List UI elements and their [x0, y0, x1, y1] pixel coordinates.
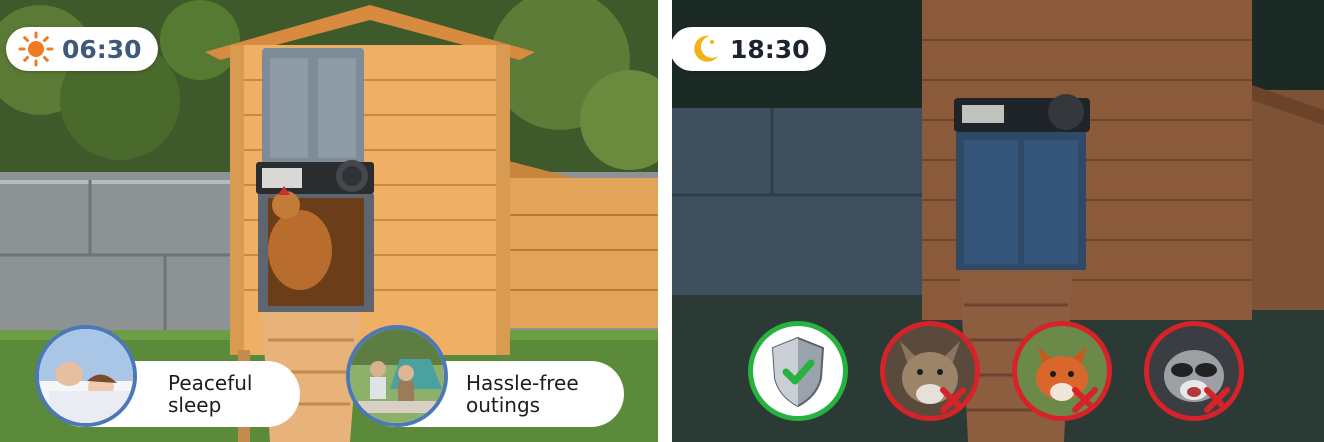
- shield-check-badge: [748, 321, 848, 421]
- feature-label: Peaceful sleep: [168, 371, 253, 417]
- wolf-badge: [880, 321, 980, 421]
- moon-icon: [694, 35, 718, 62]
- night-panel: 18:30: [672, 0, 1324, 442]
- family-picnic-photo: [346, 325, 448, 427]
- time-text: 06:30: [62, 34, 142, 64]
- raccoon-badge: [1144, 321, 1244, 421]
- sun-icon: [18, 31, 54, 67]
- sleeping-couple-photo: [35, 325, 137, 427]
- time-badge-day: 06:30: [6, 27, 158, 71]
- feature-label: Hassle-free outings: [466, 371, 579, 417]
- time-badge-night: 18:30: [672, 27, 826, 71]
- fox-badge: [1012, 321, 1112, 421]
- day-panel: 06:30 Peaceful sleep Hassle-free outings: [0, 0, 658, 442]
- time-text: 18:30: [730, 34, 810, 64]
